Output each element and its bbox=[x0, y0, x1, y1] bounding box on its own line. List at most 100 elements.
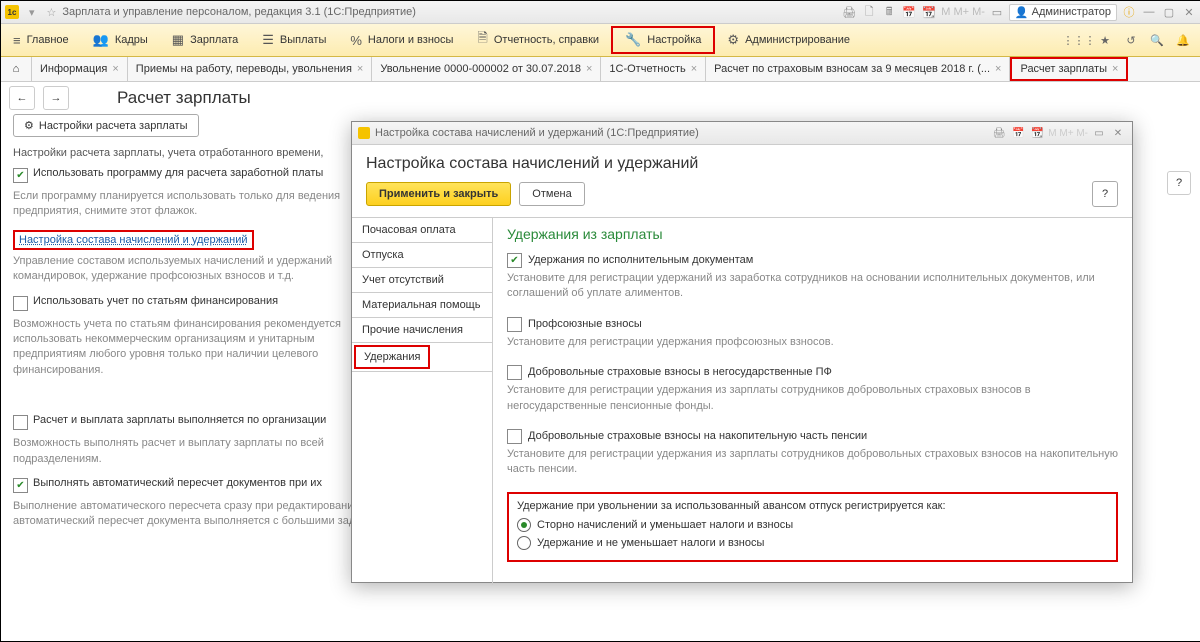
search-icon[interactable]: 🔍 bbox=[1149, 32, 1165, 48]
print-icon[interactable]: 🖨 bbox=[991, 125, 1007, 141]
dropdown-icon[interactable]: ▾ bbox=[29, 6, 35, 19]
label-financing: Использовать учет по статьям финансирова… bbox=[33, 295, 278, 307]
checkbox-pension-fund[interactable] bbox=[507, 365, 522, 380]
nav-payments[interactable]: ☰Выплаты bbox=[250, 24, 338, 56]
dialog-titlebar: Настройка состава начислений и удержаний… bbox=[352, 122, 1132, 145]
tab-salary-calc[interactable]: Расчет зарплаты× bbox=[1010, 57, 1128, 81]
nav-reports[interactable]: 🗎Отчетность, справки bbox=[465, 24, 611, 56]
app-logo-icon: 1c bbox=[5, 5, 19, 19]
memory-indicator: M M+ M- bbox=[1048, 125, 1088, 141]
category-tabs: Почасовая оплата Отпуска Учет отсутствий… bbox=[352, 217, 493, 585]
app-logo-icon bbox=[358, 127, 370, 139]
tab-other[interactable]: Прочие начисления bbox=[352, 318, 492, 343]
gear-icon: ⚙ bbox=[727, 32, 739, 48]
hint-union: Установите для регистрации удержания про… bbox=[507, 335, 1118, 350]
close-icon[interactable]: ✕ bbox=[1110, 125, 1126, 141]
date-icon[interactable]: 📆 bbox=[1029, 125, 1045, 141]
salary-settings-button[interactable]: ⚙Настройки расчета зарплаты bbox=[13, 114, 199, 137]
maximize-icon[interactable]: ▢ bbox=[1161, 4, 1177, 20]
wrench-icon: 🔧 bbox=[625, 32, 641, 48]
cancel-button[interactable]: Отмена bbox=[519, 182, 584, 206]
apply-close-button[interactable]: Применить и закрыть bbox=[366, 182, 511, 206]
checkbox-by-org[interactable] bbox=[13, 415, 28, 430]
radio-deduction[interactable] bbox=[517, 536, 531, 550]
tab-dismissal[interactable]: Увольнение 0000-000002 от 30.07.2018× bbox=[372, 57, 601, 81]
gear-icon: ⚙ bbox=[24, 119, 34, 132]
info-icon[interactable]: ⓘ bbox=[1121, 4, 1137, 20]
link-accruals-settings[interactable]: Настройка состава начислений и удержаний bbox=[19, 234, 248, 246]
close-icon[interactable]: × bbox=[1112, 63, 1118, 75]
label-exec-docs: Удержания по исполнительным документам bbox=[528, 254, 753, 266]
nav-main[interactable]: ≡Главное bbox=[1, 24, 81, 56]
window-title: Зарплата и управление персоналом, редакц… bbox=[62, 6, 841, 18]
window-titlebar: 1c ▾ ☆ Зарплата и управление персоналом,… bbox=[1, 1, 1200, 24]
hint-by-org: Возможность выполнять расчет и выплату з… bbox=[13, 436, 353, 467]
percent-icon: % bbox=[350, 33, 362, 48]
report-icon: 🗎 bbox=[477, 29, 487, 51]
radio-storno[interactable] bbox=[517, 518, 531, 532]
close-icon[interactable]: × bbox=[112, 63, 118, 75]
table-icon: ▦ bbox=[172, 32, 184, 48]
dialog-title: Настройка состава начислений и удержаний… bbox=[375, 127, 991, 139]
back-button[interactable]: ← bbox=[9, 86, 35, 110]
label-storno: Сторно начислений и уменьшает налоги и в… bbox=[537, 519, 793, 531]
favorite-icon[interactable]: ☆ bbox=[47, 6, 57, 19]
hint-pension-fund: Установите для регистрации удержания из … bbox=[507, 383, 1118, 414]
page-toolbar: ← → Расчет зарплаты bbox=[1, 82, 1200, 114]
calc-icon[interactable]: 🖩 bbox=[881, 4, 897, 20]
tab-home[interactable]: ⌂ bbox=[1, 57, 32, 81]
window-icon[interactable]: ▭ bbox=[989, 4, 1005, 20]
minimize-icon[interactable]: — bbox=[1141, 4, 1157, 20]
checkbox-union[interactable] bbox=[507, 317, 522, 332]
apps-icon[interactable]: ⋮⋮⋮ bbox=[1071, 32, 1087, 48]
close-icon[interactable]: × bbox=[586, 63, 592, 75]
tab-hiring[interactable]: Приемы на работу, переводы, увольнения× bbox=[128, 57, 373, 81]
hint-savings: Установите для регистрации удержания из … bbox=[507, 447, 1118, 478]
tab-insurance[interactable]: Расчет по страховым взносам за 9 месяцев… bbox=[706, 57, 1010, 81]
print-icon[interactable]: 🖨 bbox=[841, 4, 857, 20]
accruals-settings-dialog: Настройка состава начислений и удержаний… bbox=[351, 121, 1133, 583]
tab-absence[interactable]: Учет отсутствий bbox=[352, 268, 492, 293]
close-icon[interactable]: × bbox=[691, 63, 697, 75]
checkbox-use-program[interactable]: ✔ bbox=[13, 168, 28, 183]
tab-1c-report[interactable]: 1С-Отчетность× bbox=[601, 57, 706, 81]
nav-settings[interactable]: 🔧Настройка bbox=[611, 26, 715, 54]
tab-deductions[interactable]: Удержания bbox=[354, 345, 430, 369]
tab-hourly[interactable]: Почасовая оплата bbox=[352, 218, 492, 243]
tab-info[interactable]: Информация× bbox=[32, 57, 128, 81]
checkbox-savings[interactable] bbox=[507, 429, 522, 444]
bell-icon[interactable]: 🔔 bbox=[1175, 32, 1191, 48]
history-icon[interactable]: ↺ bbox=[1123, 32, 1139, 48]
checkbox-auto-recalc[interactable]: ✔ bbox=[13, 478, 28, 493]
help-button[interactable]: ? bbox=[1167, 171, 1191, 195]
date-icon[interactable]: 📆 bbox=[921, 4, 937, 20]
checkbox-financing[interactable] bbox=[13, 296, 28, 311]
forward-button[interactable]: → bbox=[43, 86, 69, 110]
star-icon[interactable]: ★ bbox=[1097, 32, 1113, 48]
calendar-icon[interactable]: 📅 bbox=[1010, 125, 1026, 141]
nav-admin[interactable]: ⚙Администрирование bbox=[715, 24, 862, 56]
label-union: Профсоюзные взносы bbox=[528, 318, 642, 330]
nav-personnel[interactable]: 👥Кадры bbox=[81, 24, 160, 56]
main-navbar: ≡Главное 👥Кадры ▦Зарплата ☰Выплаты %Нало… bbox=[1, 24, 1200, 57]
panel-title: Удержания из зарплаты bbox=[507, 226, 1118, 242]
nav-salary[interactable]: ▦Зарплата bbox=[160, 24, 250, 56]
hint-exec-docs: Установите для регистрации удержаний из … bbox=[507, 271, 1118, 302]
close-icon[interactable]: × bbox=[995, 63, 1001, 75]
user-badge[interactable]: 👤Администратор bbox=[1009, 4, 1117, 21]
menu-icon: ≡ bbox=[13, 33, 21, 48]
nav-taxes[interactable]: %Налоги и взносы bbox=[338, 24, 465, 56]
label-savings: Добровольные страховые взносы на накопит… bbox=[528, 430, 867, 442]
close-icon[interactable]: × bbox=[357, 63, 363, 75]
radio-group-title: Удержание при увольнении за использованн… bbox=[517, 500, 1108, 512]
close-icon[interactable]: ✕ bbox=[1181, 4, 1197, 20]
help-button[interactable]: ? bbox=[1092, 181, 1118, 207]
tab-vacations[interactable]: Отпуска bbox=[352, 243, 492, 268]
window-icon[interactable]: ▭ bbox=[1091, 125, 1107, 141]
dialog-heading: Настройка состава начислений и удержаний bbox=[352, 145, 1132, 181]
checkbox-exec-docs[interactable]: ✔ bbox=[507, 253, 522, 268]
doc-icon[interactable]: 🗋 bbox=[861, 4, 877, 20]
tab-aid[interactable]: Материальная помощь bbox=[352, 293, 492, 318]
label-by-org: Расчет и выплата зарплаты выполняется по… bbox=[33, 414, 326, 426]
calendar-icon[interactable]: 📅 bbox=[901, 4, 917, 20]
